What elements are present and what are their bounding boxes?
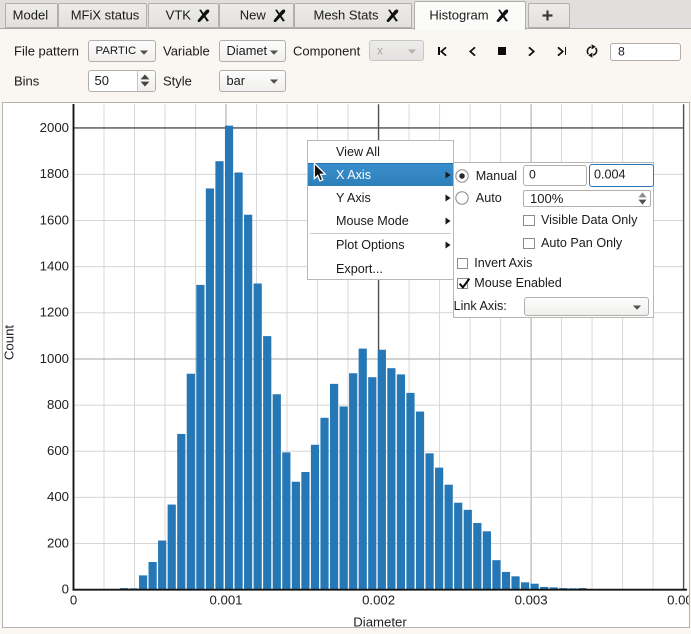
- svg-text:1600: 1600: [40, 212, 69, 227]
- svg-text:200: 200: [47, 535, 69, 550]
- svg-text:0: 0: [62, 581, 69, 596]
- svg-text:1400: 1400: [40, 258, 69, 273]
- svg-text:Diameter: Diameter: [353, 614, 407, 628]
- svg-text:800: 800: [47, 396, 69, 411]
- svg-text:1200: 1200: [40, 304, 69, 319]
- svg-text:0.003: 0.003: [515, 592, 548, 607]
- svg-text:Count: Count: [3, 324, 17, 360]
- svg-text:0.001: 0.001: [209, 592, 242, 607]
- svg-text:600: 600: [47, 443, 69, 458]
- svg-text:0.002: 0.002: [362, 592, 395, 607]
- svg-text:0.004: 0.004: [667, 592, 689, 607]
- svg-text:1800: 1800: [40, 166, 69, 181]
- svg-text:400: 400: [47, 489, 69, 504]
- svg-text:2000: 2000: [40, 120, 69, 135]
- svg-text:1000: 1000: [40, 350, 69, 365]
- svg-text:0: 0: [70, 592, 77, 607]
